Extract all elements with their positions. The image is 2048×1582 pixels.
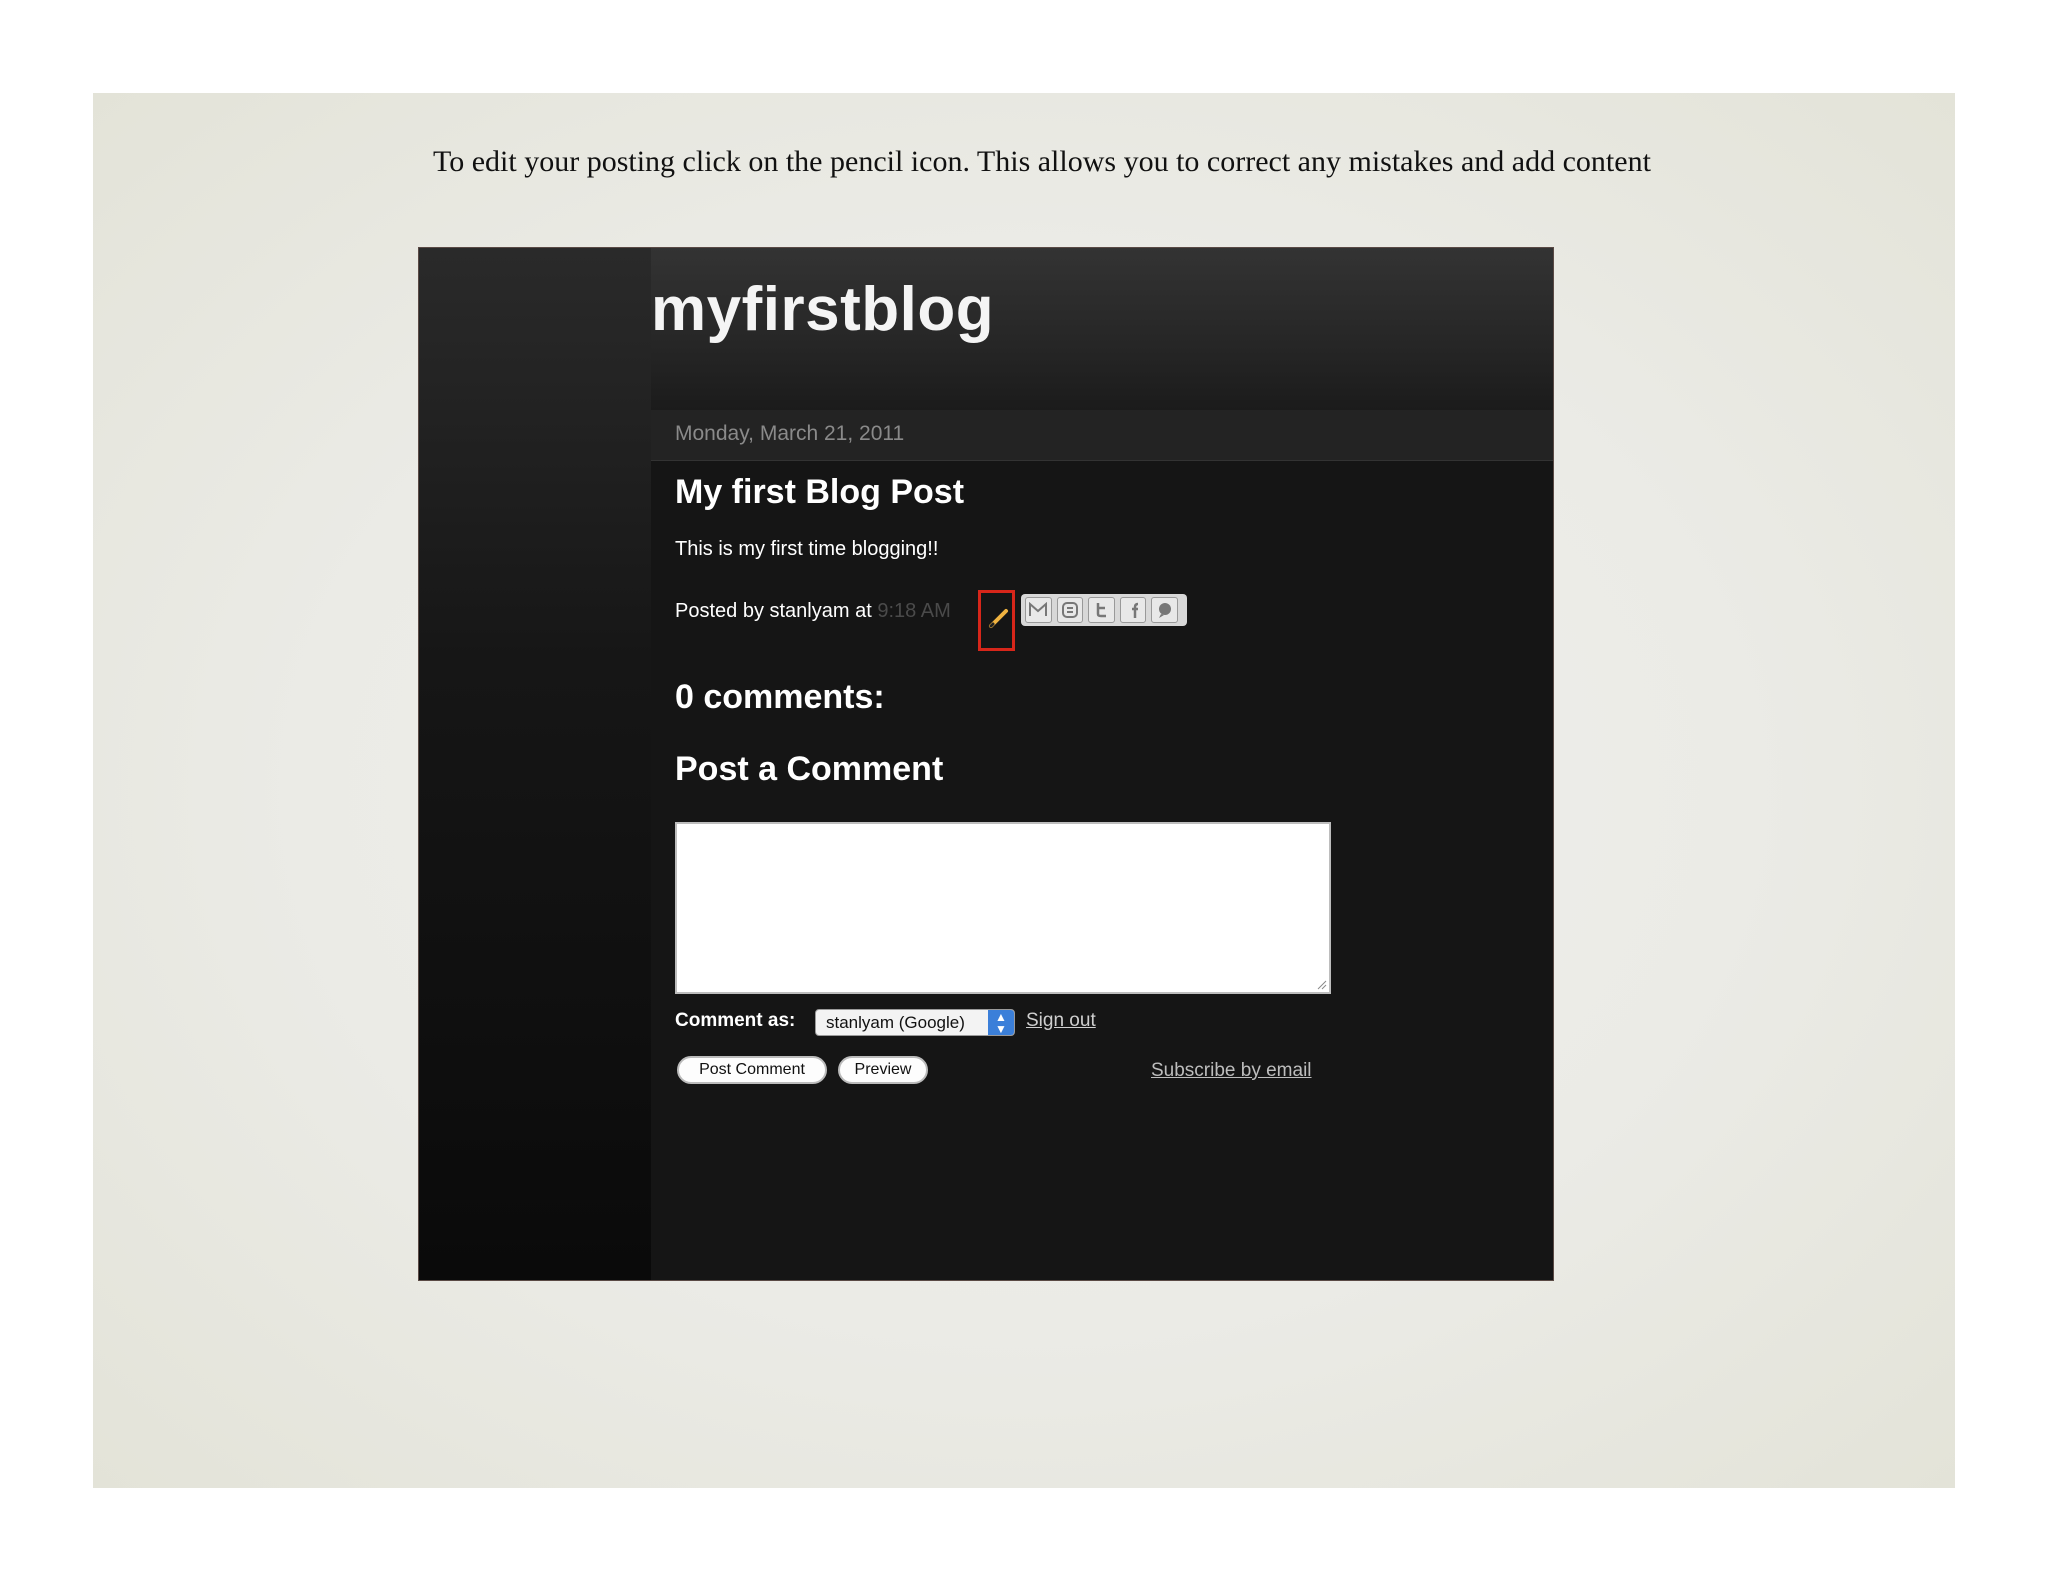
comment-identity-select[interactable]: stanlyam (Google) ▲ ▼ — [815, 1009, 1015, 1036]
identity-selected-value: stanlyam (Google) — [826, 1013, 965, 1032]
resize-handle-icon[interactable] — [1315, 978, 1327, 990]
posted-by-text: Posted by stanlyam at — [675, 600, 872, 622]
preview-button[interactable]: Preview — [838, 1056, 928, 1084]
post-comment-button[interactable]: Post Comment — [677, 1056, 827, 1084]
blogger-icon[interactable] — [1056, 597, 1084, 623]
buzz-icon[interactable] — [1151, 597, 1178, 623]
comment-as-label: Comment as: — [675, 1010, 796, 1031]
share-toolbar — [1021, 594, 1187, 626]
select-arrows-icon: ▲ ▼ — [988, 1010, 1014, 1035]
comment-textarea[interactable] — [675, 822, 1331, 994]
subscribe-by-email-link[interactable]: Subscribe by email — [1151, 1060, 1312, 1082]
post-footer: Posted by stanlyam at 9:18 AM — [675, 600, 951, 623]
post-body: This is my first time blogging!! — [675, 538, 939, 560]
blog-sidebar — [419, 248, 651, 1280]
email-icon[interactable] — [1025, 597, 1052, 623]
blog-title[interactable]: myfirstblog — [651, 274, 994, 345]
post-timestamp-link[interactable]: 9:18 AM — [877, 600, 950, 622]
blog-screenshot: myfirstblog Monday, March 21, 2011 My fi… — [418, 247, 1554, 1281]
comments-heading: 0 comments: — [675, 678, 885, 716]
facebook-icon[interactable] — [1119, 597, 1147, 623]
post-comment-heading: Post a Comment — [675, 750, 944, 788]
blog-main: Monday, March 21, 2011 My first Blog Pos… — [651, 410, 1553, 1280]
sign-out-link[interactable]: Sign out — [1026, 1010, 1096, 1032]
pencil-icon[interactable] — [987, 606, 1011, 630]
post-title[interactable]: My first Blog Post — [675, 473, 964, 512]
instruction-text: To edit your posting click on the pencil… — [433, 145, 1651, 178]
twitter-icon[interactable] — [1088, 597, 1115, 623]
post-date: Monday, March 21, 2011 — [675, 422, 905, 445]
date-header: Monday, March 21, 2011 — [651, 410, 1553, 461]
